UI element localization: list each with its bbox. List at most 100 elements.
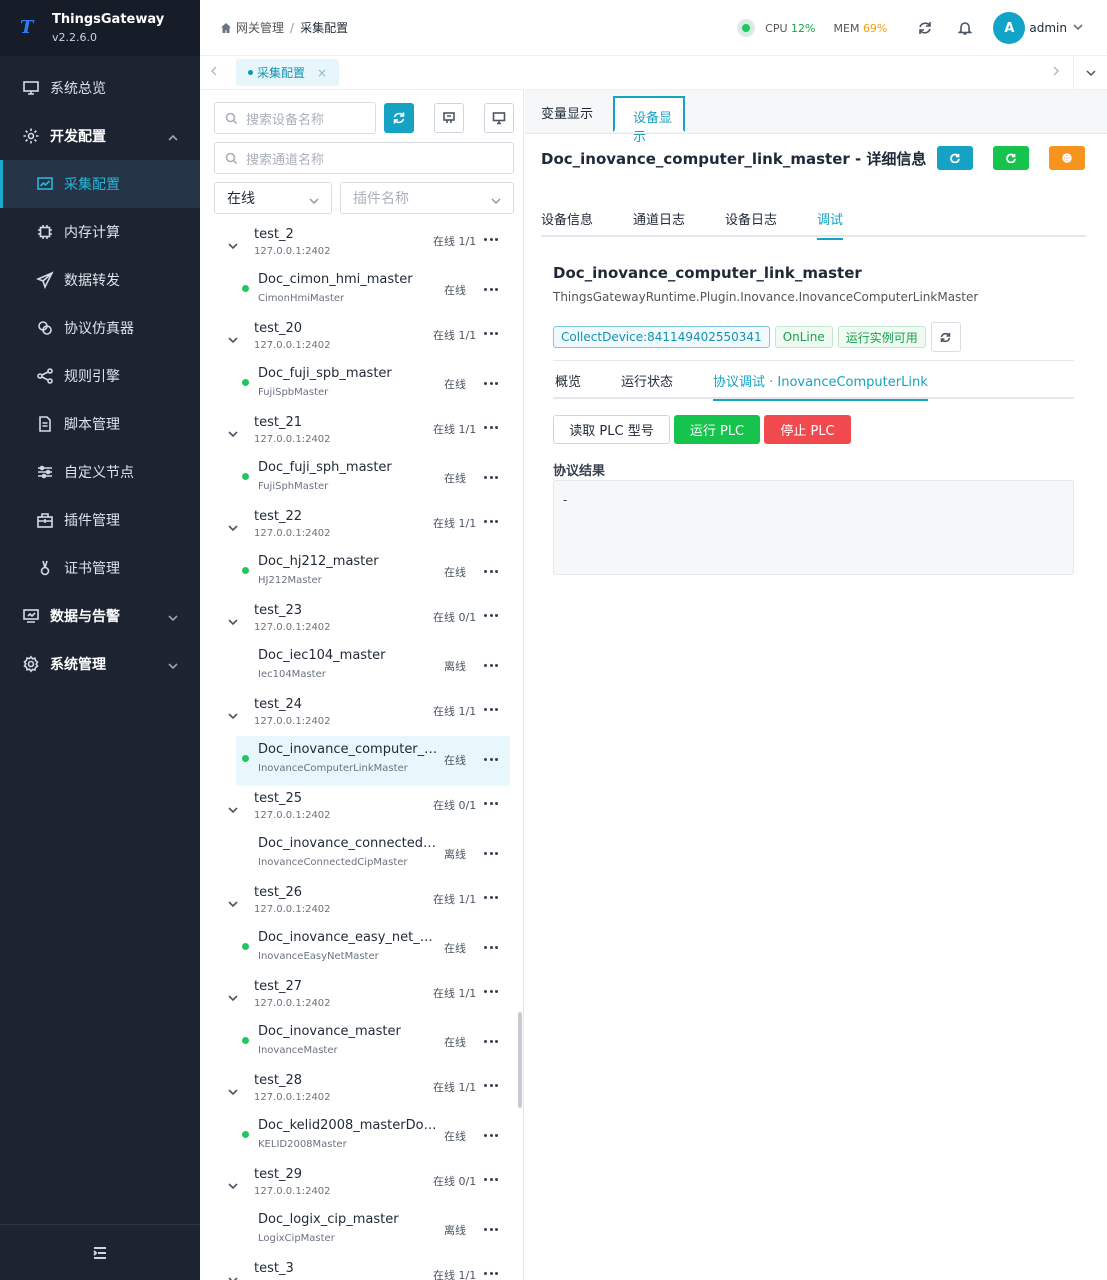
device-node[interactable]: Doc_fuji_sph_master FujiSphMaster 在线	[236, 454, 510, 504]
tab-device-log[interactable]: 设备日志	[725, 209, 777, 228]
more-icon[interactable]	[484, 612, 498, 618]
display-mode-button[interactable]	[484, 103, 514, 133]
sidebar-item-0[interactable]: 系统总览	[0, 64, 200, 112]
device-node[interactable]: Doc_kelid2008_masterDoc_k... KELID2008Mas…	[236, 1112, 510, 1162]
channel-node[interactable]: test_23 127.0.0.1:2402 在线 0/1	[200, 598, 520, 642]
read-plc-model-button[interactable]: 读取 PLC 型号	[553, 415, 670, 444]
more-icon[interactable]	[484, 474, 498, 480]
more-icon[interactable]	[484, 1082, 498, 1088]
tab-runtime-status[interactable]: 运行状态	[621, 371, 673, 390]
more-icon[interactable]	[484, 894, 498, 900]
sidebar-item-2[interactable]: 采集配置	[0, 160, 200, 208]
sidebar-item-5[interactable]: 协议仿真器	[0, 304, 200, 352]
device-node[interactable]: Doc_cimon_hmi_master CimonHmiMaster 在线	[236, 266, 510, 316]
tabs-scroll-right[interactable]	[1050, 65, 1062, 77]
more-icon[interactable]	[484, 800, 498, 806]
search-device-input[interactable]: 搜索设备名称	[214, 102, 376, 134]
more-icon[interactable]	[484, 380, 498, 386]
device-node[interactable]: Doc_hj212_master HJ212Master 在线	[236, 548, 510, 598]
channel-node[interactable]: test_26 127.0.0.1:2402 在线 1/1	[200, 880, 520, 924]
more-icon[interactable]	[484, 1176, 498, 1182]
more-icon[interactable]	[484, 1226, 498, 1232]
tab-channel-log[interactable]: 通道日志	[633, 209, 685, 228]
tab-protocol-debug[interactable]: 协议调试 · InovanceComputerLink	[713, 371, 928, 401]
more-icon[interactable]	[484, 1038, 498, 1044]
search-channel-input[interactable]: 搜索通道名称	[214, 142, 514, 174]
collapse-tree-button[interactable]	[434, 103, 464, 133]
chevron-down-icon[interactable]	[228, 992, 238, 1007]
user-name[interactable]: admin	[1029, 21, 1067, 35]
more-icon[interactable]	[484, 568, 498, 574]
more-icon[interactable]	[484, 518, 498, 524]
more-icon[interactable]	[484, 1270, 498, 1276]
tab-variable-view[interactable]: 变量显示	[541, 103, 593, 122]
sidebar-item-9[interactable]: 插件管理	[0, 496, 200, 544]
sidebar-item-4[interactable]: 数据转发	[0, 256, 200, 304]
refresh-tree-button[interactable]	[384, 103, 414, 133]
chevron-down-icon[interactable]	[228, 240, 238, 255]
notification-button[interactable]	[945, 8, 985, 48]
device-node[interactable]: Doc_iec104_master Iec104Master 离线	[236, 642, 510, 692]
more-icon[interactable]	[484, 662, 498, 668]
refresh-button[interactable]	[905, 8, 945, 48]
device-node[interactable]: Doc_logix_cip_master LogixCipMaster 离线	[236, 1206, 510, 1256]
channel-node[interactable]: test_25 127.0.0.1:2402 在线 0/1	[200, 786, 520, 830]
close-tab-icon[interactable]: ×	[317, 66, 327, 80]
tab-collect-config[interactable]: 采集配置 ×	[236, 59, 340, 86]
device-node[interactable]: Doc_fuji_spb_master FujiSpbMaster 在线	[236, 360, 510, 410]
status-filter-select[interactable]: 在线	[214, 182, 332, 214]
chevron-down-icon[interactable]	[228, 898, 238, 913]
sidebar-item-8[interactable]: 自定义节点	[0, 448, 200, 496]
user-menu-toggle[interactable]	[1073, 21, 1107, 36]
tab-device-view[interactable]: 设备显示	[613, 96, 685, 145]
more-icon[interactable]	[484, 756, 498, 762]
chevron-down-icon[interactable]	[228, 616, 238, 631]
channel-node[interactable]: test_24 127.0.0.1:2402 在线 1/1	[200, 692, 520, 736]
plugin-filter-select[interactable]: 插件名称	[340, 182, 514, 214]
sidebar-item-3[interactable]: 内存计算	[0, 208, 200, 256]
tabs-scroll-left[interactable]	[208, 65, 220, 77]
channel-node[interactable]: test_27 127.0.0.1:2402 在线 1/1	[200, 974, 520, 1018]
more-icon[interactable]	[484, 988, 498, 994]
chevron-down-icon[interactable]	[228, 334, 238, 349]
more-icon[interactable]	[484, 706, 498, 712]
refresh-status-button[interactable]	[930, 322, 961, 352]
refresh-detail-button[interactable]	[937, 146, 973, 170]
device-node[interactable]: Doc_inovance_computer_link... InovanceCom…	[236, 736, 510, 786]
channel-node[interactable]: test_22 127.0.0.1:2402 在线 1/1	[200, 504, 520, 548]
device-node[interactable]: Doc_inovance_connected_cip... InovanceCon…	[236, 830, 510, 880]
channel-node[interactable]: test_2 127.0.0.1:2402 在线 1/1	[200, 222, 520, 266]
more-icon[interactable]	[484, 286, 498, 292]
stop-device-button[interactable]	[1049, 146, 1085, 170]
tab-overview[interactable]: 概览	[555, 371, 581, 390]
sidebar-item-7[interactable]: 脚本管理	[0, 400, 200, 448]
avatar[interactable]: A	[993, 12, 1026, 44]
more-icon[interactable]	[484, 1132, 498, 1138]
chevron-down-icon[interactable]	[228, 428, 238, 443]
collapse-sidebar-button[interactable]	[0, 1224, 200, 1280]
stop-plc-button[interactable]: 停止 PLC	[764, 415, 851, 444]
channel-node[interactable]: test_20 127.0.0.1:2402 在线 1/1	[200, 316, 520, 360]
tabs-menu-button[interactable]	[1073, 56, 1107, 90]
sidebar-item-1[interactable]: 开发配置	[0, 112, 200, 160]
channel-node[interactable]: test_21 127.0.0.1:2402 在线 1/1	[200, 410, 520, 454]
chevron-down-icon[interactable]	[228, 522, 238, 537]
sidebar-item-10[interactable]: 证书管理	[0, 544, 200, 592]
tab-debug[interactable]: 调试	[817, 209, 844, 240]
more-icon[interactable]	[484, 330, 498, 336]
chevron-down-icon[interactable]	[228, 804, 238, 819]
chevron-down-icon[interactable]	[228, 1180, 238, 1195]
chevron-down-icon[interactable]	[228, 1274, 238, 1280]
restart-device-button[interactable]	[993, 146, 1029, 170]
channel-node[interactable]: test_28 127.0.0.1:2402 在线 1/1	[200, 1068, 520, 1112]
channel-node[interactable]: test_29 127.0.0.1:2402 在线 0/1	[200, 1162, 520, 1206]
more-icon[interactable]	[484, 236, 498, 242]
tab-device-info[interactable]: 设备信息	[541, 209, 593, 228]
more-icon[interactable]	[484, 944, 498, 950]
breadcrumb-root[interactable]: 网关管理	[236, 19, 284, 36]
tree-scrollbar[interactable]	[518, 1012, 522, 1108]
device-node[interactable]: Doc_inovance_easy_net_mast... InovanceEas…	[236, 924, 510, 974]
device-node[interactable]: Doc_inovance_master InovanceMaster 在线	[236, 1018, 510, 1068]
sidebar-item-6[interactable]: 规则引擎	[0, 352, 200, 400]
sidebar-item-11[interactable]: 数据与告警	[0, 592, 200, 640]
